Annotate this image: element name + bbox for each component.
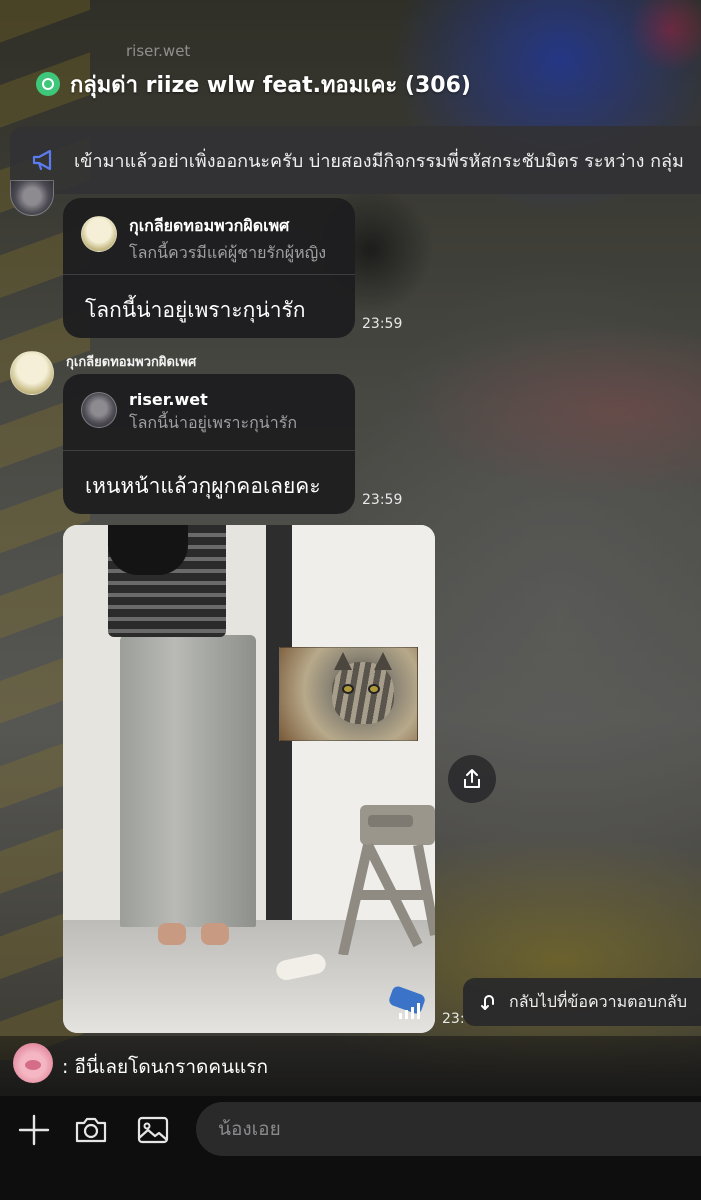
sender-avatar[interactable] (10, 351, 54, 395)
quoted-message-text: โลกนี้น่าอยู่เพราะกุน่ารัก (129, 413, 298, 432)
message-bubble[interactable]: riser.wet โลกนี้น่าอยู่เพราะกุน่ารัก เหน… (63, 374, 355, 514)
video-message[interactable] (63, 525, 435, 1033)
chat-title[interactable]: กลุ่มด่า riize wlw feat.ทอมเคะ (306) (70, 67, 471, 102)
cat-ear (334, 652, 352, 670)
pig-avatar (13, 1043, 53, 1083)
latest-message-preview[interactable]: : อีนี่เลยโดนกราดคนแรก (0, 1036, 701, 1096)
reply-divider (63, 450, 355, 451)
back-to-reply-label: กลับไปที่ข้อความตอบกลับ (509, 991, 687, 1011)
cat-ear (374, 652, 392, 670)
message-time: 23: (442, 1011, 465, 1027)
gallery-icon[interactable] (133, 1110, 173, 1150)
megaphone-icon (32, 149, 52, 171)
return-arrow-icon (481, 995, 494, 1010)
video-quality-icon (399, 1003, 420, 1019)
share-icon (464, 769, 480, 788)
previous-sender-name: riser.wet (126, 42, 191, 60)
share-button[interactable] (448, 755, 496, 803)
group-chat-icon (36, 72, 60, 96)
message-text: โลกนี้น่าอยู่เพราะกุน่ารัก (85, 298, 306, 322)
announcement-banner[interactable]: เข้ามาแล้วอย่าเพิ่งออกนะครับ บ่ายสองมีกิ… (10, 126, 701, 194)
message-bubble[interactable]: กุเกลียดทอมพวกผิดเพศ โลกนี้ควรมีแค่ผู้ชา… (63, 198, 355, 338)
reply-divider (63, 274, 355, 275)
chat-header[interactable]: กลุ่มด่า riize wlw feat.ทอมเคะ (306) (36, 66, 471, 102)
camera-icon[interactable] (71, 1110, 111, 1150)
video-person-foot (158, 923, 186, 945)
preview-text: : อีนี่เลยโดนกราดคนแรก (62, 1056, 269, 1078)
quoted-user-avatar (81, 392, 117, 428)
announcement-text: เข้ามาแล้วอย่าเพิ่งออกนะครับ บ่ายสองมีกิ… (74, 150, 684, 172)
cat-sticker (279, 647, 418, 741)
plus-icon[interactable] (14, 1110, 54, 1150)
cat-eye (342, 684, 354, 694)
sender-name: กุเกลียดทอมพวกผิดเพศ (66, 355, 197, 370)
video-person-hair (108, 525, 188, 575)
cat-eye (368, 684, 380, 694)
quoted-user-avatar (81, 216, 117, 252)
message-input-area (0, 1096, 701, 1200)
quoted-message-text: โลกนี้ควรมีแค่ผู้ชายรักผู้หญิง (129, 243, 327, 262)
quoted-user-name: กุเกลียดทอมพวกผิดเพศ (129, 216, 290, 235)
message-input-field[interactable] (196, 1102, 701, 1156)
message-input[interactable] (218, 1118, 701, 1140)
video-stool (338, 805, 435, 955)
message-time: 23:59 (362, 316, 403, 332)
reply-quote[interactable]: riser.wet โลกนี้น่าอยู่เพราะกุน่ารัก (81, 390, 297, 436)
message-time: 23:59 (362, 492, 403, 508)
video-person-pants (120, 635, 256, 927)
message-text: เหนหน้าแล้วกุผูกคอเลยคะ (85, 474, 321, 498)
back-to-reply-button[interactable]: กลับไปที่ข้อความตอบกลับ (463, 978, 701, 1026)
video-person-foot (201, 923, 229, 945)
reply-quote[interactable]: กุเกลียดทอมพวกผิดเพศ โลกนี้ควรมีแค่ผู้ชา… (81, 214, 326, 266)
quoted-user-name: riser.wet (129, 390, 208, 409)
cat-face (332, 652, 394, 724)
